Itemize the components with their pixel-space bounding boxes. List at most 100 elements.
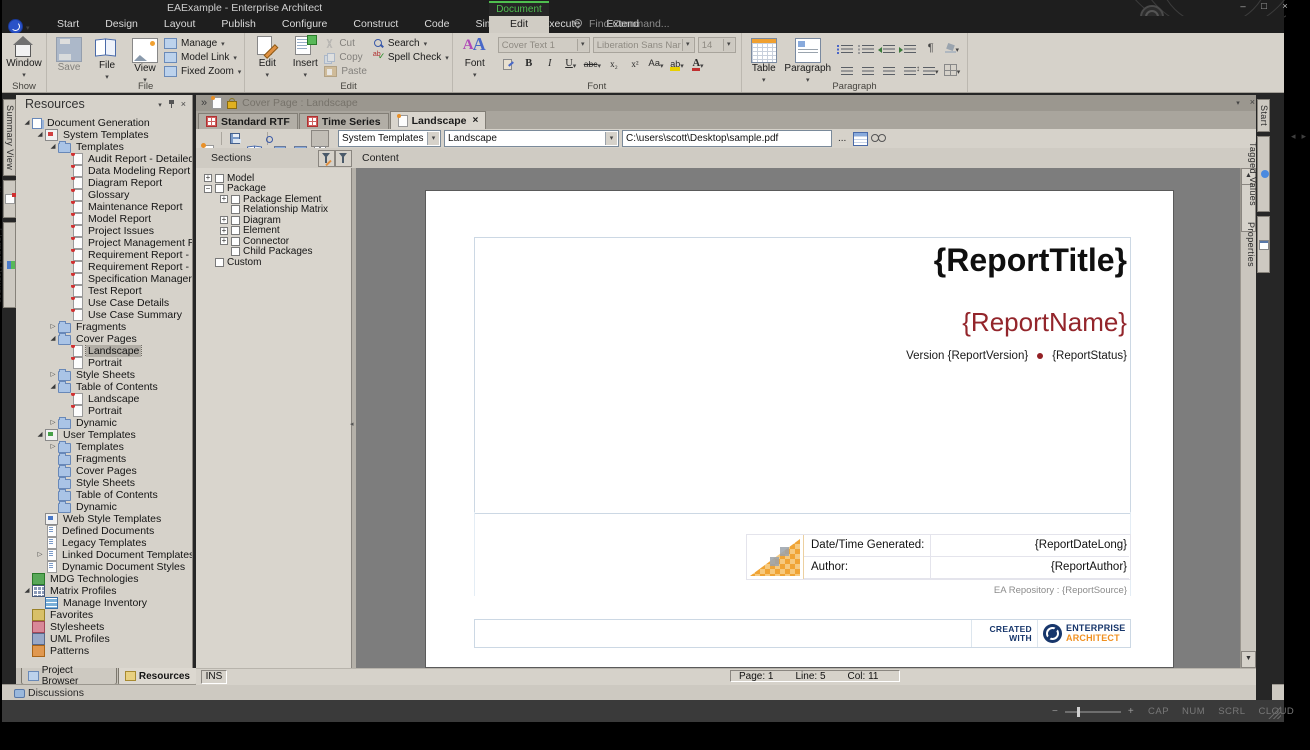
tree-item-system-templates[interactable]: ◢System Templates bbox=[16, 129, 192, 141]
close-panel-icon[interactable] bbox=[181, 99, 186, 109]
tab-list-icon[interactable] bbox=[1236, 97, 1240, 107]
expander-expanded-icon[interactable]: ◢ bbox=[48, 333, 58, 345]
tree-item-matrix-profiles[interactable]: ◢Matrix Profiles bbox=[16, 585, 192, 597]
expander-plus-icon[interactable]: + bbox=[220, 195, 228, 203]
tree-item-landscape[interactable]: Landscape bbox=[16, 345, 192, 357]
view-button[interactable]: View bbox=[126, 34, 164, 85]
filter-sections-button[interactable] bbox=[335, 150, 352, 167]
format-painter-button[interactable] bbox=[498, 56, 518, 72]
section-checkbox[interactable] bbox=[215, 258, 224, 267]
ribbon-tab-construct[interactable]: Construct bbox=[340, 16, 411, 33]
font-size-combo[interactable]: 14 bbox=[698, 37, 736, 53]
tree-item-document-generation[interactable]: ◢Document Generation bbox=[16, 117, 192, 129]
ribbon-tab-publish[interactable]: Publish bbox=[208, 16, 268, 33]
tree-item-linked-document-templates[interactable]: ▷Linked Document Templates bbox=[16, 549, 192, 561]
decrease-indent-button[interactable] bbox=[879, 40, 899, 56]
expander-expanded-icon[interactable]: ◢ bbox=[48, 141, 58, 153]
find-command[interactable]: Find Command... bbox=[574, 18, 670, 30]
section-item-child-packages[interactable]: Child Packages bbox=[196, 247, 351, 258]
status-toggle-cap[interactable]: CAP bbox=[1148, 706, 1169, 717]
dock-tab-properties[interactable]: Properties bbox=[1257, 216, 1270, 273]
bottom-tab-project-browser[interactable]: Project Browser bbox=[21, 668, 117, 685]
align-left-button[interactable] bbox=[837, 62, 857, 78]
expander-expanded-icon[interactable]: ◢ bbox=[35, 129, 45, 141]
section-item-package-element[interactable]: +Package Element bbox=[196, 194, 351, 205]
search-button[interactable]: Search bbox=[373, 37, 449, 49]
tree-item-fragments[interactable]: ▷Fragments bbox=[16, 321, 192, 333]
tree-item-use-case-summary[interactable]: Use Case Summary bbox=[16, 309, 192, 321]
fixed-zoom-button[interactable]: Fixed Zoom bbox=[164, 65, 241, 77]
report-name-field[interactable]: {ReportName} bbox=[962, 307, 1127, 338]
cut-button[interactable]: Cut bbox=[324, 37, 367, 49]
manage-button[interactable]: Manage bbox=[164, 37, 241, 49]
dock-tab-notes[interactable]: Notes bbox=[3, 180, 16, 218]
ribbon-tab-design[interactable]: Design bbox=[92, 16, 151, 33]
section-checkbox[interactable] bbox=[231, 226, 240, 235]
scroll-down-icon[interactable] bbox=[1241, 651, 1256, 668]
subscript-button[interactable]: x₂ bbox=[604, 56, 624, 72]
dock-tab-start[interactable]: Start bbox=[1257, 99, 1270, 132]
section-checkbox[interactable] bbox=[231, 195, 240, 204]
expander-plus-icon[interactable]: + bbox=[220, 216, 228, 224]
table-button[interactable]: Table bbox=[745, 34, 783, 85]
section-item-connector[interactable]: +Connector bbox=[196, 236, 351, 247]
bullet-list-button[interactable] bbox=[837, 40, 857, 56]
expander-collapsed-icon[interactable]: ▷ bbox=[48, 441, 58, 453]
align-center-button[interactable] bbox=[858, 62, 878, 78]
borders-button[interactable] bbox=[942, 62, 963, 78]
expander-expanded-icon[interactable]: ◢ bbox=[22, 117, 32, 129]
insert-button[interactable]: Insert bbox=[286, 34, 324, 80]
tree-item-project-management-report[interactable]: Project Management Report bbox=[16, 237, 192, 249]
tree-item-style-sheets[interactable]: ▷Style Sheets bbox=[16, 369, 192, 381]
tree-item-templates[interactable]: ◢Templates bbox=[16, 141, 192, 153]
close-button[interactable]: × bbox=[1280, 1, 1290, 12]
generate-document-button[interactable] bbox=[852, 131, 868, 146]
section-checkbox[interactable] bbox=[231, 216, 240, 225]
report-info-table[interactable]: Date/Time Generated: {ReportDateLong} Au… bbox=[746, 534, 1131, 580]
expander-plus-icon[interactable]: + bbox=[220, 237, 228, 245]
output-path-field[interactable]: C:\users\scott\Desktop\sample.pdf bbox=[622, 130, 832, 147]
section-checkbox[interactable] bbox=[231, 205, 240, 214]
section-checkbox[interactable] bbox=[231, 247, 240, 256]
section-item-relationship-matrix[interactable]: Relationship Matrix bbox=[196, 205, 351, 216]
status-toggle-num[interactable]: NUM bbox=[1182, 706, 1205, 717]
superscript-button[interactable]: x² bbox=[625, 56, 645, 72]
dock-tab-element-browser[interactable]: Element Browser bbox=[3, 222, 16, 309]
view-document-button[interactable] bbox=[871, 131, 887, 146]
close-tab-icon[interactable]: × bbox=[470, 115, 478, 126]
bold-button[interactable]: B bbox=[519, 56, 539, 72]
zoom-out-button[interactable]: − bbox=[1052, 706, 1058, 717]
scroll-tabs-right-icon[interactable] bbox=[1301, 131, 1306, 142]
section-item-model[interactable]: +Model bbox=[196, 173, 351, 184]
tree-item-stylesheets[interactable]: Stylesheets bbox=[16, 621, 192, 633]
save-button[interactable]: Save bbox=[50, 34, 88, 73]
expander-plus-icon[interactable]: + bbox=[204, 174, 212, 182]
change-case-button[interactable]: Aa bbox=[646, 56, 666, 72]
section-checkbox[interactable] bbox=[215, 184, 224, 193]
spell-check-button[interactable]: Spell Check bbox=[373, 51, 449, 63]
expander-expanded-icon[interactable]: ◢ bbox=[22, 585, 32, 597]
tree-item-user-templates[interactable]: ◢User Templates bbox=[16, 429, 192, 441]
pin-icon[interactable] bbox=[170, 100, 173, 108]
tree-item-style-sheets[interactable]: Style Sheets bbox=[16, 477, 192, 489]
tree-item-mdg-technologies[interactable]: MDG Technologies bbox=[16, 573, 192, 585]
document-tab-time-series[interactable]: Time Series bbox=[299, 113, 389, 129]
status-toggle-scrl[interactable]: SCRL bbox=[1218, 706, 1245, 717]
discussions-bar[interactable]: Discussions bbox=[2, 684, 1284, 701]
report-version-line[interactable]: Version {ReportVersion} {ReportStatus} bbox=[906, 350, 1127, 362]
open-document-button[interactable] bbox=[246, 131, 262, 146]
zoom-slider-thumb[interactable] bbox=[1077, 707, 1080, 717]
tree-item-requirement-report-summary[interactable]: Requirement Report - Summary bbox=[16, 261, 192, 273]
new-document-button[interactable] bbox=[200, 131, 216, 146]
tree-item-model-report[interactable]: Model Report bbox=[16, 213, 192, 225]
expander-collapsed-icon[interactable]: ▷ bbox=[35, 549, 45, 561]
ribbon-tab-edit[interactable]: Edit bbox=[489, 16, 549, 33]
shading-button[interactable] bbox=[942, 40, 962, 56]
tree-item-web-style-templates[interactable]: Web Style Templates bbox=[16, 513, 192, 525]
tree-item-portrait[interactable]: Portrait bbox=[16, 357, 192, 369]
side-by-side-toggle[interactable] bbox=[311, 130, 329, 147]
paste-button[interactable]: Paste bbox=[324, 65, 367, 77]
font-color-button[interactable]: A bbox=[688, 56, 708, 72]
text-highlight-button[interactable]: ab bbox=[667, 56, 687, 72]
panel-menu-icon[interactable] bbox=[158, 99, 162, 109]
